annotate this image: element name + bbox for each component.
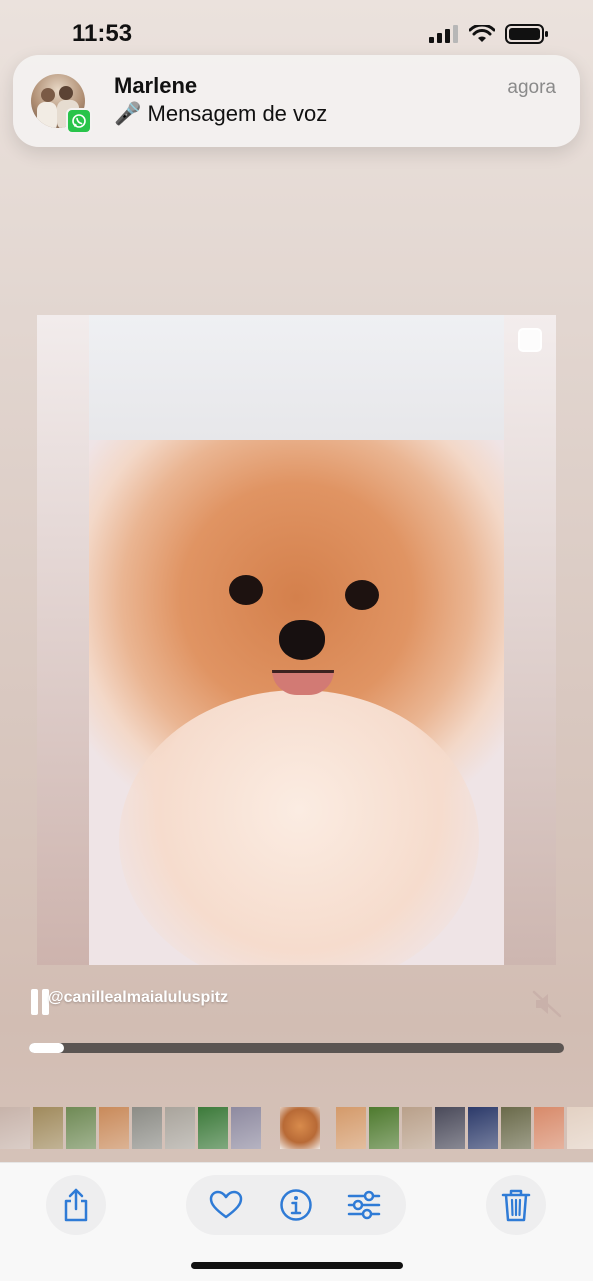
action-group (186, 1175, 406, 1235)
trash-icon (501, 1189, 531, 1222)
dog-photo (89, 440, 504, 965)
info-button[interactable] (278, 1188, 314, 1222)
thumbnail[interactable] (33, 1107, 63, 1149)
thumbnail[interactable] (132, 1107, 162, 1149)
home-indicator[interactable] (191, 1262, 403, 1269)
thumbnail[interactable] (165, 1107, 195, 1149)
cellular-signal-icon (429, 25, 458, 43)
share-icon (64, 1188, 88, 1222)
edit-button[interactable] (346, 1188, 382, 1222)
whatsapp-icon (66, 108, 92, 134)
video-progress-fill (29, 1043, 64, 1053)
thumbnail[interactable] (336, 1107, 366, 1149)
status-time: 11:53 (72, 20, 133, 47)
thumbnail[interactable] (0, 1107, 30, 1149)
share-button[interactable] (46, 1175, 106, 1235)
thumbnail[interactable] (402, 1107, 432, 1149)
thumbnail-selected[interactable] (280, 1107, 320, 1149)
thumbnail[interactable] (534, 1107, 564, 1149)
thumbnail[interactable] (468, 1107, 498, 1149)
info-icon (280, 1189, 312, 1221)
notification-message: 🎤 Mensagem de voz (114, 101, 328, 126)
video-controls: @canillealmaialuluspitz (0, 975, 593, 1065)
thumbnail-strip[interactable] (0, 1107, 593, 1149)
thumbnail[interactable] (567, 1107, 593, 1149)
heart-icon (209, 1190, 243, 1219)
favorite-button[interactable] (208, 1188, 244, 1222)
notification-time: agora (507, 77, 556, 98)
battery-icon (505, 24, 548, 44)
thumbnail[interactable] (231, 1107, 261, 1149)
notification-banner[interactable]: Marlene 🎤 Mensagem de voz agora (13, 55, 580, 147)
status-icons (429, 24, 549, 44)
adjust-icon (347, 1190, 381, 1220)
thumbnail[interactable] (198, 1107, 228, 1149)
speaker-muted-icon[interactable] (530, 989, 564, 1019)
media-preview[interactable] (37, 315, 556, 965)
thumbnail[interactable] (501, 1107, 531, 1149)
wifi-icon (469, 25, 495, 42)
thumbnail[interactable] (99, 1107, 129, 1149)
notification-sender: Marlene (114, 73, 198, 98)
thumbnail[interactable] (66, 1107, 96, 1149)
delete-button[interactable] (486, 1175, 546, 1235)
status-bar: 11:53 (0, 0, 593, 60)
select-checkbox[interactable] (518, 328, 542, 352)
video-progress-bar[interactable] (29, 1043, 564, 1053)
video-caption: @canillealmaialuluspitz (48, 989, 229, 1006)
thumbnail[interactable] (369, 1107, 399, 1149)
thumbnail[interactable] (435, 1107, 465, 1149)
